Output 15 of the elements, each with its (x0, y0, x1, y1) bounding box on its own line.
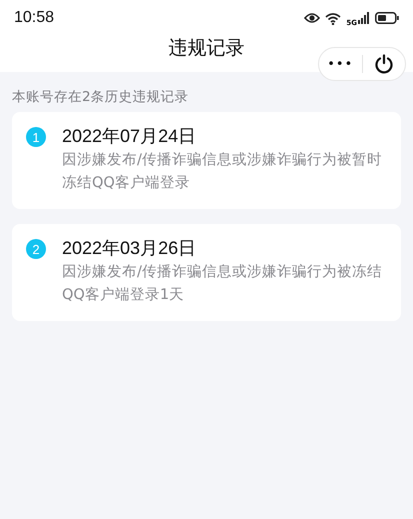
clock-time: 10:58 (14, 9, 54, 27)
battery-icon (375, 12, 399, 24)
eye-icon (304, 12, 320, 24)
number-badge: 1 (26, 127, 46, 147)
power-icon[interactable] (374, 54, 394, 74)
record-date: 2022年03月26日 (62, 237, 198, 260)
record-description: 因涉嫌发布/传播诈骗信息或涉嫌诈骗行为被暂时 冻结QQ客户端登录 (62, 151, 382, 193)
record-description: 因涉嫌发布/传播诈骗信息或涉嫌诈骗行为被冻结 QQ客户端登录1天 (62, 263, 382, 305)
signal-icon (358, 12, 370, 24)
more-button[interactable]: ••• (319, 48, 362, 80)
record-date: 2022年07月24日 (62, 125, 198, 148)
number-badge: 2 (26, 239, 46, 259)
summary-text: 本账号存在2条历史违规记录 (11, 88, 190, 107)
wifi-icon (325, 12, 342, 24)
page-title: 违规记录 (168, 36, 246, 59)
